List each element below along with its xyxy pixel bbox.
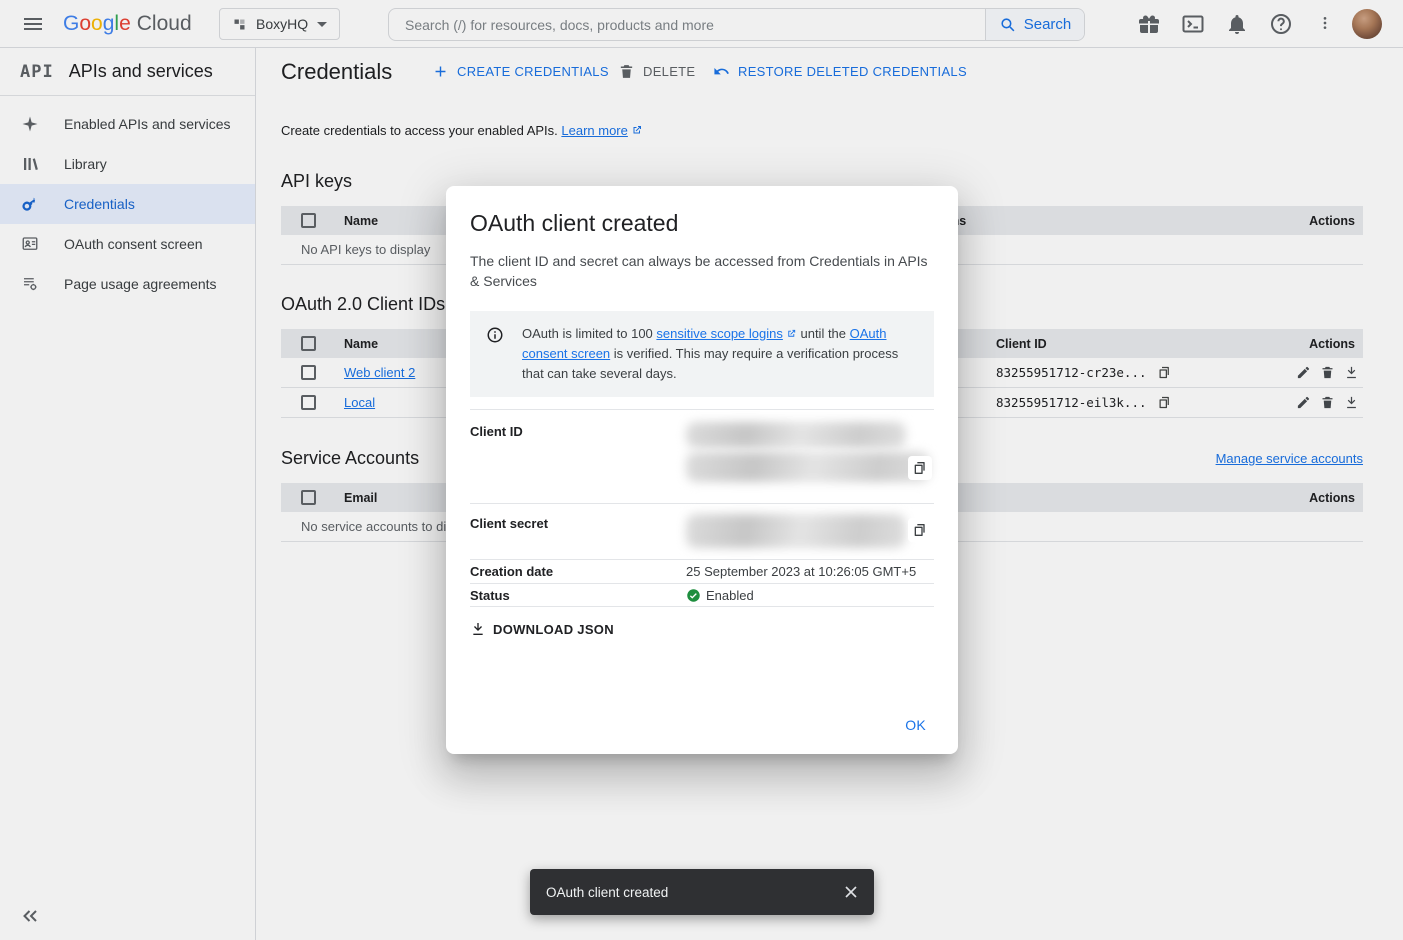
external-link-icon [786,328,797,339]
dialog-description: The client ID and secret can always be a… [470,251,934,291]
client-id-value-redacted [686,410,934,503]
client-secret-row: Client secret [470,503,934,559]
dialog-title: OAuth client created [470,210,934,237]
copy-client-id-icon[interactable] [908,456,932,480]
toast-message: OAuth client created [546,885,841,900]
redacted-blur [686,422,906,448]
close-icon[interactable] [841,882,861,902]
status-label: Status [470,588,686,603]
info-text: OAuth is limited to 100 sensitive scope … [522,324,918,384]
download-json-button[interactable]: DOWNLOAD JSON [470,621,614,637]
toast: OAuth client created [530,869,874,915]
gcp-console: Google Cloud BoxyHQ Search [0,0,1403,940]
client-secret-value-redacted [686,504,934,559]
info-banner: OAuth is limited to 100 sensitive scope … [470,311,934,397]
download-icon [470,621,486,637]
sensitive-scope-logins-link[interactable]: sensitive scope logins [656,326,782,341]
status-value: Enabled [686,588,934,603]
client-id-label: Client ID [470,410,686,503]
ok-button[interactable]: OK [897,709,934,741]
redacted-blur [686,452,930,482]
client-id-row: Client ID [470,409,934,503]
dialog-fields: Client ID Client secret [470,409,934,607]
creation-date-value: 25 September 2023 at 10:26:05 GMT+5 [686,564,934,579]
creation-date-label: Creation date [470,564,686,579]
check-circle-icon [686,588,701,603]
client-secret-label: Client secret [470,504,686,559]
redacted-blur [686,514,906,548]
oauth-client-created-dialog: OAuth client created The client ID and s… [446,186,958,754]
creation-date-row: Creation date 25 September 2023 at 10:26… [470,559,934,583]
info-icon [486,326,504,344]
copy-client-secret-icon[interactable] [908,518,932,542]
status-row: Status Enabled [470,583,934,607]
